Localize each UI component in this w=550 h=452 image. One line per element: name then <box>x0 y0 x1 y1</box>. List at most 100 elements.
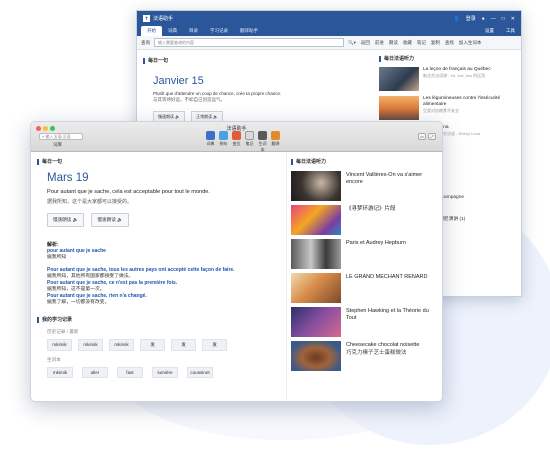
menu-settings[interactable]: 设置 <box>479 26 500 36</box>
menu-tools[interactable]: 工具 <box>500 26 521 36</box>
menu-start[interactable]: 开始 <box>141 26 162 36</box>
menu-catalog[interactable]: 目录 <box>183 26 204 36</box>
note-button[interactable]: 笔记 <box>417 40 426 46</box>
thumbnail-image <box>291 273 341 303</box>
dictionary-icon <box>206 131 215 140</box>
expand-icon[interactable]: ⤢ <box>428 133 436 140</box>
history-chip[interactable]: 发 <box>140 339 165 351</box>
search-icon[interactable]: 🔍▾ <box>348 40 356 46</box>
thumbnail-image <box>379 96 419 120</box>
list-item[interactable]: LE GRAND MECHANT RENARD <box>291 273 440 303</box>
login-link[interactable]: 登录 <box>466 15 476 22</box>
history-chip[interactable]: 发 <box>202 339 227 351</box>
analysis-label: 解析: <box>47 242 59 248</box>
list-item-title: Paris et Audrey Hepburn <box>346 240 406 246</box>
example-zh: 据我了解，一切都没有改变。 <box>47 299 110 305</box>
read-button[interactable]: 朗读 <box>389 40 398 46</box>
copy-button[interactable]: 复制 <box>431 40 440 46</box>
list-item[interactable]: 《寻梦环游记》片段 <box>291 205 440 235</box>
menu-dictionary[interactable]: 词典 <box>162 26 183 36</box>
vocab-tool[interactable]: 生词本 <box>257 131 268 153</box>
conjugation-tool[interactable]: 变位 <box>231 131 242 153</box>
window-controls: ▭ ⤢ <box>416 133 436 140</box>
history-chip[interactable]: mkimik <box>109 339 134 351</box>
list-item-title: Cheesecake chocolat noisette <box>346 342 420 348</box>
user-icon[interactable]: 👤 <box>453 16 459 22</box>
thumbnail-image <box>291 205 341 235</box>
daily-translation: 据我所知，这个是大家都可以接受的。 <box>47 199 133 205</box>
front-daily-panel: 每日一句 Mars 19 Pour autant que je sache, c… <box>31 152 285 401</box>
back-window-title: 法语助手 <box>153 16 174 22</box>
forward-button[interactable]: 前进 <box>375 40 384 46</box>
list-item-title: Stephen Hawking et la Théorie du Tout <box>346 308 429 321</box>
back-window-toolbar: 查询 输入需要查询的内容 🔍▾ 返回 前进 朗读 收藏 笔记 复制 查找 加入生… <box>137 36 521 50</box>
daily-date: Mars 19 <box>47 172 89 184</box>
menu-translate[interactable]: 翻译助手 <box>234 26 264 36</box>
back-window-titlebar: ✝ 法语助手 👤 登录 ● — □ ✕ <box>137 11 521 26</box>
history-chip[interactable]: 发 <box>171 339 196 351</box>
app-logo-icon: ✝ <box>143 15 150 22</box>
skin-icon[interactable]: ● <box>482 16 485 22</box>
history-chip[interactable]: mkimik <box>78 339 103 351</box>
records-block: 我的学习记录 历史记录 / 最新 mkimik mkimik mkimik 发 … <box>37 316 279 378</box>
notes-tool[interactable]: 笔记 <box>244 131 255 153</box>
front-daily-heading: 每日一句 <box>37 158 279 165</box>
search-label: 查询 <box>141 39 150 45</box>
minimize-button[interactable]: — <box>491 16 496 22</box>
stage: ✝ 法语助手 👤 登录 ● — □ ✕ 开始 词典 目录 学习记录 翻译助手 设… <box>0 0 550 452</box>
back-listening-heading: 每日法语听力 <box>379 55 519 62</box>
examples-tool[interactable]: 例句 <box>218 131 229 153</box>
layout-icon[interactable]: ▭ <box>418 133 426 140</box>
close-button[interactable]: ✕ <box>511 16 515 22</box>
conjugation-icon <box>232 131 241 140</box>
vocab-chip[interactable]: coussinet <box>187 367 213 378</box>
thumbnail-image <box>291 341 341 371</box>
vocab-chip[interactable]: fast <box>117 367 143 378</box>
menu-records[interactable]: 学习记录 <box>204 26 234 36</box>
list-item[interactable]: Stephen Hawking et la Théorie du Tout <box>291 307 440 337</box>
vocab-label: 生词本 <box>47 357 61 362</box>
thumbnail-image <box>291 239 341 269</box>
back-daily-date: Janvier 15 <box>153 75 204 87</box>
search-icon: ⌕ <box>42 134 45 139</box>
slow-read-button[interactable]: 慢速朗读 🔈 <box>47 213 85 227</box>
maximize-button[interactable]: □ <box>502 16 505 22</box>
list-item[interactable]: La leçon de français au Québec 魁北克法语课：foi… <box>379 67 519 91</box>
front-window: 法语助手 ⌕ 输入法语/汉语 词库 词典 例句 变位 笔记 生词本 翻译 ▭ ⤢… <box>30 121 443 402</box>
thumbnail-image <box>291 171 341 201</box>
back-daily-translation: 与其等待好运，不如自己创造运气。 <box>153 97 225 102</box>
back-button[interactable]: 返回 <box>361 40 370 46</box>
list-item[interactable]: Vincent Vallières-On va s'aimer encore <box>291 171 440 201</box>
history-chips: mkimik mkimik mkimik 发 发 发 <box>47 339 279 351</box>
thumbnail-image <box>291 307 341 337</box>
front-listening-panel: 每日法语听力 Vincent Vallières-On va s'aimer e… <box>286 152 442 401</box>
translate-tool[interactable]: 翻译 <box>270 131 281 153</box>
list-item-title: Vincent Vallières-On va s'aimer encore <box>346 172 423 185</box>
list-item[interactable]: Paris et Audrey Hepburn <box>291 239 440 269</box>
history-label: 历史记录 / 最新 <box>47 329 79 334</box>
listening-heading: 每日法语听力 <box>291 158 440 165</box>
dictionary-tool[interactable]: 词典 <box>205 131 216 153</box>
normal-read-button[interactable]: 慢速朗读 🔈 <box>91 213 129 227</box>
list-item[interactable]: Les légumineuses contre l'insécurité ali… <box>379 96 519 120</box>
notes-icon <box>245 131 254 140</box>
records-heading: 我的学习记录 <box>37 316 279 323</box>
history-chip[interactable]: mkimik <box>47 339 72 351</box>
analysis-block: 解析: pour autant que je sache 据我所知 Pour a… <box>47 241 279 306</box>
list-item-title: 《寻梦环游记》片段 <box>346 206 396 212</box>
favorite-button[interactable]: 收藏 <box>403 40 412 46</box>
vocab-chip[interactable]: mkimik <box>47 367 73 378</box>
vocab-icon <box>258 131 267 140</box>
vocab-chip[interactable]: aller <box>82 367 108 378</box>
front-window-titlebar: 法语助手 ⌕ 输入法语/汉语 词库 词典 例句 变位 笔记 生词本 翻译 ▭ ⤢ <box>31 122 442 152</box>
vocab-chips: mkimik aller fast lumière coussinet <box>47 367 279 378</box>
search-input[interactable]: 输入需要查询的内容 <box>154 38 344 47</box>
list-item[interactable]: Cheesecake chocolat noisette 巧克力榛子芝士蛋糕做法 <box>291 341 440 371</box>
add-vocab-button[interactable]: 加入生词本 <box>459 40 482 46</box>
find-button[interactable]: 查找 <box>445 40 454 46</box>
thumbnail-image <box>379 67 419 91</box>
front-search-input[interactable]: ⌕ 输入法语/汉语 <box>39 133 83 140</box>
translate-icon <box>271 131 280 140</box>
library-label[interactable]: 词库 <box>53 142 62 148</box>
vocab-chip[interactable]: lumière <box>152 367 178 378</box>
